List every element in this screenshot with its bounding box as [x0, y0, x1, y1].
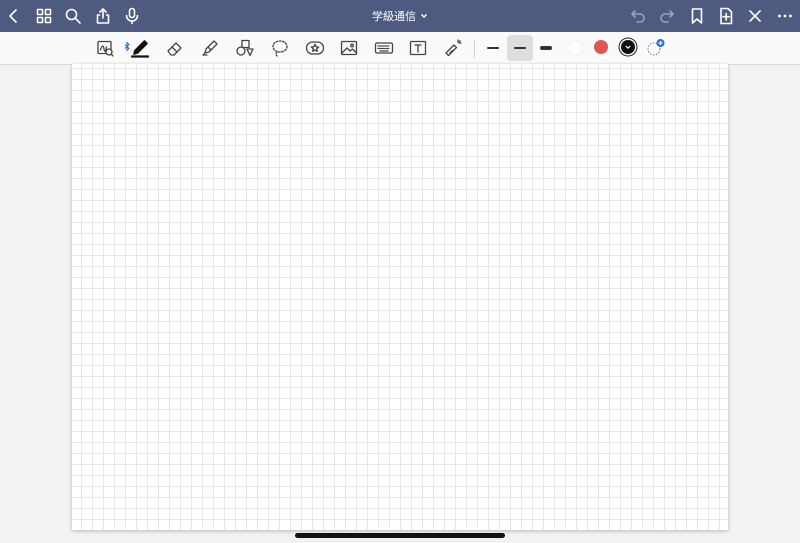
keyboard-icon	[374, 42, 394, 54]
laser-pointer-tool-button[interactable]	[441, 37, 465, 59]
more-button[interactable]	[773, 4, 797, 28]
document-title: 学級通信	[372, 10, 416, 23]
text-box-icon	[409, 40, 427, 56]
shapes-tool-button[interactable]	[233, 37, 257, 59]
grid-icon	[36, 8, 52, 24]
scan-tool-icon	[97, 40, 114, 57]
lasso-icon	[272, 40, 288, 57]
color-swatch-white[interactable]	[567, 40, 583, 56]
image-icon	[340, 40, 358, 56]
notebook-page-canvas[interactable]	[72, 64, 728, 530]
chevron-down-icon	[420, 13, 428, 19]
lasso-tool-button[interactable]	[268, 37, 292, 59]
undo-icon	[631, 10, 645, 23]
more-icon	[778, 14, 792, 18]
sticker-tool-button[interactable]	[303, 37, 327, 59]
scan-tool-button[interactable]	[93, 37, 117, 59]
add-color-button[interactable]	[646, 38, 666, 58]
redo-icon	[660, 10, 674, 23]
highlighter-icon	[202, 40, 218, 56]
add-color-icon	[647, 39, 665, 56]
redo-button[interactable]	[655, 4, 679, 28]
color-swatch-red[interactable]	[594, 40, 608, 54]
share-button[interactable]	[91, 4, 115, 28]
sticker-icon	[305, 41, 325, 55]
chevron-down-icon	[625, 45, 631, 50]
bookmark-icon	[691, 8, 703, 24]
search-button[interactable]	[61, 4, 85, 28]
document-title-menu[interactable]: 学級通信	[372, 8, 428, 24]
stroke-width-thick[interactable]	[533, 35, 559, 61]
microphone-icon	[125, 7, 139, 25]
home-indicator[interactable]	[295, 533, 505, 538]
tool-bar	[0, 32, 800, 65]
stroke-width-medium[interactable]	[507, 35, 533, 61]
shapes-icon	[236, 39, 254, 57]
highlighter-tool-button[interactable]	[198, 37, 222, 59]
search-icon	[65, 8, 81, 24]
eraser-icon	[167, 42, 182, 56]
color-swatch-black[interactable]	[621, 40, 635, 54]
stroke-width-thin[interactable]	[480, 35, 506, 61]
close-button[interactable]	[743, 4, 767, 28]
add-page-button[interactable]	[714, 4, 738, 28]
microphone-button[interactable]	[120, 4, 144, 28]
pen-icon	[130, 40, 150, 58]
top-bar: 学級通信	[0, 0, 800, 32]
thumbnails-button[interactable]	[32, 4, 56, 28]
pen-tool-button[interactable]	[128, 37, 152, 59]
text-box-tool-button[interactable]	[406, 37, 430, 59]
keyboard-tool-button[interactable]	[372, 37, 396, 59]
laser-pointer-icon	[445, 39, 462, 57]
eraser-tool-button[interactable]	[163, 37, 187, 59]
back-button[interactable]	[2, 4, 26, 28]
image-tool-button[interactable]	[337, 37, 361, 59]
add-page-icon	[720, 7, 733, 25]
back-icon	[9, 9, 17, 23]
undo-button[interactable]	[626, 4, 650, 28]
toolbar-divider	[474, 40, 475, 58]
close-icon	[749, 10, 761, 22]
bookmark-button[interactable]	[685, 4, 709, 28]
share-icon	[96, 8, 110, 24]
